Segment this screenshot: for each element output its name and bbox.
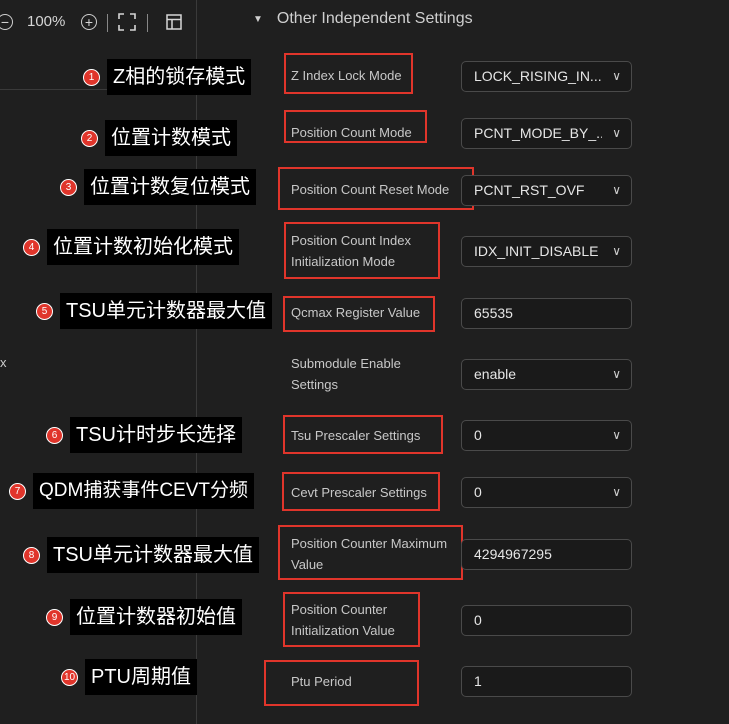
annotation-callout: 9 位置计数器初始值 — [46, 599, 242, 635]
annotation-callout: 2 位置计数模式 — [81, 120, 237, 156]
annotation-text: 位置计数复位模式 — [84, 169, 256, 205]
annotation-text: TSU单元计数器最大值 — [47, 537, 259, 573]
annotation-number-badge: 3 — [60, 178, 77, 196]
annotation-callout: 6 TSU计时步长选择 — [46, 417, 242, 453]
annotation-text: 位置计数器初始值 — [70, 599, 242, 635]
annotation-callout: 8 TSU单元计数器最大值 — [23, 537, 259, 573]
chevron-down-icon: ∨ — [612, 69, 621, 83]
chevron-down-icon: ∨ — [612, 367, 621, 381]
annotation-text: Z相的锁存模式 — [107, 59, 252, 95]
select-position-count-index-init-mode[interactable]: IDX_INIT_DISABLE ∨ — [461, 236, 632, 267]
annotation-number-badge: 10 — [61, 668, 78, 686]
input-position-counter-maximum-value[interactable]: 4294967295 — [461, 539, 632, 570]
annotation-callout: 7 QDM捕获事件CEVT分频 — [9, 473, 255, 509]
select-cevt-prescaler-settings[interactable]: 0 ∨ — [461, 477, 632, 508]
input-position-counter-init-value[interactable]: 0 — [461, 605, 632, 636]
chevron-down-icon: ∨ — [612, 244, 621, 258]
panel-icon[interactable] — [166, 14, 182, 36]
annotation-text: QDM捕获事件CEVT分频 — [33, 473, 255, 509]
toolbar-separator — [147, 14, 148, 32]
annotation-callout: 4 位置计数初始化模式 — [23, 229, 239, 265]
annotation-text: TSU计时步长选择 — [70, 417, 242, 453]
annotation-number-badge: 4 — [23, 238, 40, 256]
annotation-text: 位置计数模式 — [105, 120, 237, 156]
section-header-other-independent-settings[interactable]: ▼ Other Independent Settings — [253, 10, 473, 28]
input-qcmax-register-value[interactable]: 65535 — [461, 298, 632, 329]
highlight-box — [278, 525, 463, 580]
highlight-box — [284, 110, 427, 143]
chevron-down-icon: ∨ — [612, 183, 621, 197]
highlight-box — [264, 660, 419, 706]
annotation-text: TSU单元计数器最大值 — [60, 293, 272, 329]
annotation-callout: 1 Z相的锁存模式 — [83, 59, 252, 95]
highlight-box — [284, 222, 440, 279]
chevron-down-icon: ∨ — [612, 126, 621, 140]
highlight-box — [278, 167, 474, 210]
zoom-in-icon[interactable]: + — [81, 14, 97, 30]
select-position-count-reset-mode[interactable]: PCNT_RST_OVF ∨ — [461, 175, 632, 206]
highlight-box — [282, 472, 440, 511]
annotation-number-badge: 7 — [9, 482, 26, 500]
select-z-index-lock-mode[interactable]: LOCK_RISING_IN... ∨ — [461, 61, 632, 92]
zoom-level: 100% — [27, 13, 66, 30]
highlight-box — [284, 53, 413, 94]
annotation-number-badge: 9 — [46, 608, 63, 626]
truncated-text: x — [0, 355, 7, 370]
chevron-down-icon: ∨ — [612, 485, 621, 499]
annotation-number-badge: 2 — [81, 129, 98, 147]
toolbar-separator — [107, 14, 108, 32]
zoom-out-icon[interactable]: − — [0, 14, 13, 30]
annotation-number-badge: 5 — [36, 302, 53, 320]
highlight-box — [283, 592, 420, 647]
annotation-callout: 3 位置计数复位模式 — [60, 169, 256, 205]
annotation-text: PTU周期值 — [85, 659, 197, 695]
select-tsu-prescaler-settings[interactable]: 0 ∨ — [461, 420, 632, 451]
chevron-down-icon: ∨ — [612, 428, 621, 442]
caret-down-icon: ▼ — [253, 13, 263, 25]
select-submodule-enable-settings[interactable]: enable ∨ — [461, 359, 632, 390]
annotation-number-badge: 8 — [23, 546, 40, 564]
highlight-box — [283, 415, 443, 454]
annotation-number-badge: 1 — [83, 68, 100, 86]
section-title: Other Independent Settings — [276, 10, 473, 27]
fit-screen-icon[interactable] — [118, 13, 136, 37]
zoom-toolbar: − 100% + — [0, 0, 196, 46]
annotation-text: 位置计数初始化模式 — [47, 229, 239, 265]
input-ptu-period[interactable]: 1 — [461, 666, 632, 697]
highlight-box — [283, 296, 435, 332]
select-position-count-mode[interactable]: PCNT_MODE_BY_... ∨ — [461, 118, 632, 149]
annotation-callout: 10 PTU周期值 — [61, 659, 197, 695]
annotation-callout: 5 TSU单元计数器最大值 — [36, 293, 272, 329]
annotation-number-badge: 6 — [46, 426, 63, 444]
label-submodule-enable-settings: Submodule Enable Settings — [291, 356, 401, 392]
